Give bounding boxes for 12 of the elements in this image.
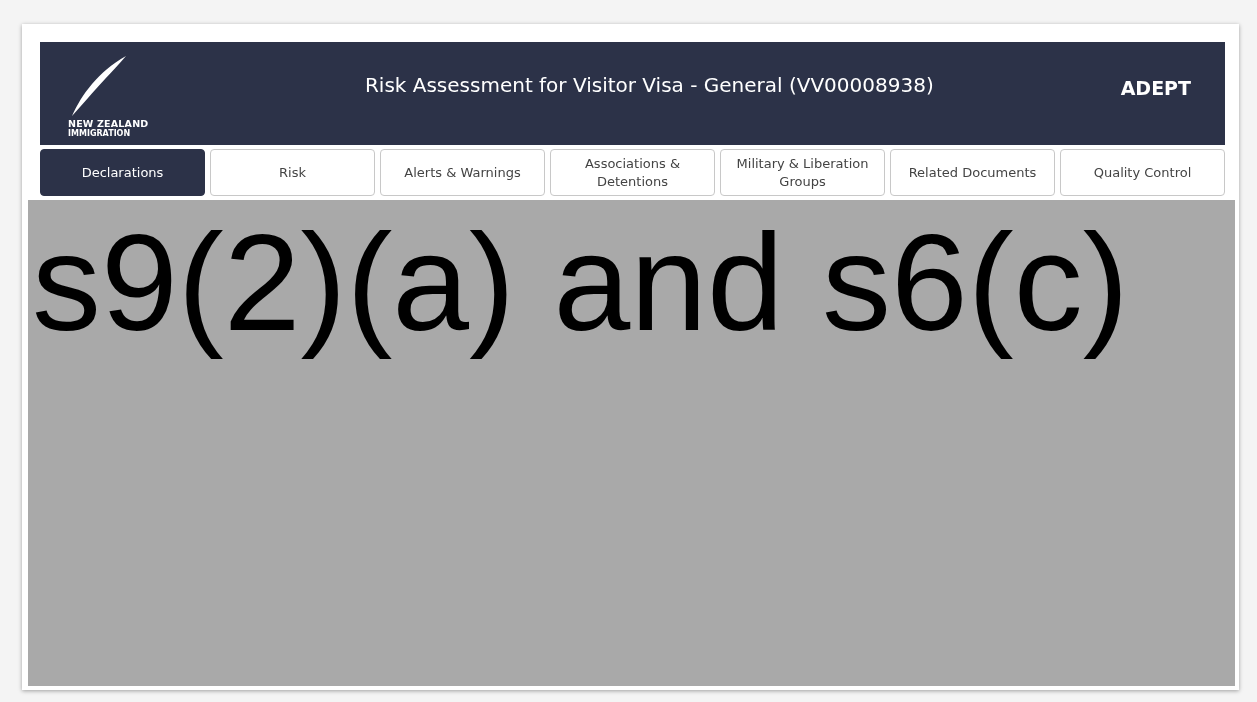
page-title: Risk Assessment for Visitor Visa - General (VV00008938): [363, 72, 935, 99]
tab[interactable]: Military & Liberation Groups: [720, 149, 885, 196]
tab[interactable]: Declarations: [40, 149, 205, 196]
tab[interactable]: Associations & Detentions: [550, 149, 715, 196]
app-name: ADEPT: [1120, 76, 1192, 101]
tab[interactable]: Risk: [210, 149, 375, 196]
tab[interactable]: Quality Control: [1060, 149, 1225, 196]
tab[interactable]: Alerts & Warnings: [380, 149, 545, 196]
logo-subtext: IMMIGRATION: [68, 128, 132, 138]
logo-text: NEW ZEALAND: [68, 117, 150, 129]
redaction-label: s9(2)(a) and s6(c): [31, 204, 1129, 361]
tab[interactable]: Related Documents: [890, 149, 1055, 196]
